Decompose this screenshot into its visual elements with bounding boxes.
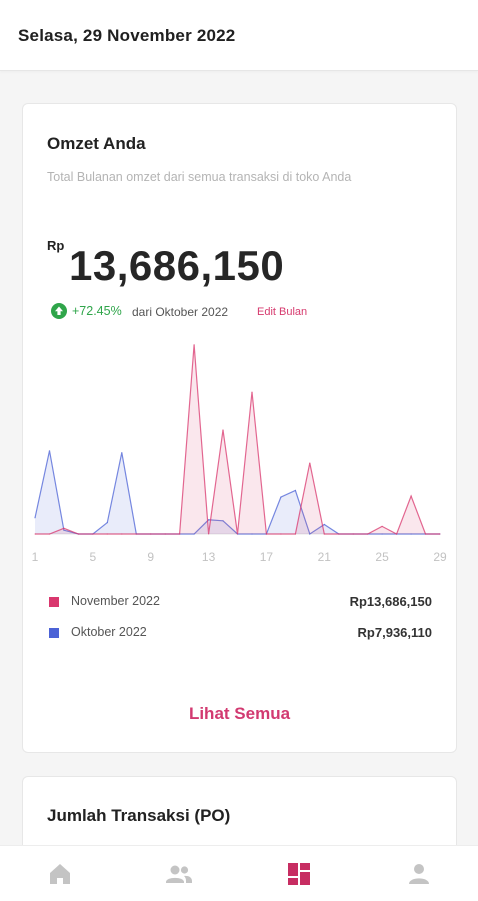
series-oktober <box>34 450 441 535</box>
data-point-november <box>439 533 441 535</box>
nav-profile[interactable] <box>405 860 433 888</box>
data-point-november <box>106 533 108 535</box>
data-point-november <box>222 429 224 431</box>
data-point-november <box>381 525 383 527</box>
data-point-november <box>208 533 210 535</box>
data-point-november <box>410 495 412 497</box>
data-point-november <box>179 533 181 535</box>
data-point-november <box>367 533 369 535</box>
arrow-up-circle-icon <box>51 303 67 319</box>
data-point-november <box>265 533 267 535</box>
data-point-november <box>135 533 137 535</box>
x-tick-label: 9 <box>147 550 154 564</box>
currency-label: Rp <box>47 238 65 253</box>
omzet-total: 13,686,150 <box>69 242 285 289</box>
data-point-oktober <box>280 496 282 498</box>
see-all-button[interactable]: Lihat Semua <box>23 704 456 724</box>
legend-label: November 2022 <box>71 594 160 608</box>
users-icon <box>166 865 192 883</box>
omzet-title: Omzet Anda <box>47 134 146 153</box>
home-icon <box>50 864 70 884</box>
data-point-november <box>63 527 65 529</box>
data-point-oktober <box>48 450 51 452</box>
edit-month-link[interactable]: Edit Bulan <box>257 306 307 318</box>
series-line-oktober <box>34 450 440 535</box>
dashboard-icon <box>288 863 310 885</box>
data-point-oktober <box>121 452 123 454</box>
series-area-oktober <box>35 450 440 534</box>
data-point-november <box>34 533 36 535</box>
data-point-oktober <box>34 517 36 519</box>
x-tick-label: 5 <box>90 550 97 564</box>
bottom-navigation <box>0 845 478 901</box>
x-tick-label: 25 <box>375 550 389 564</box>
data-point-november <box>352 533 354 535</box>
data-point-november <box>77 533 79 535</box>
data-point-november <box>236 533 239 535</box>
data-point-november <box>92 533 94 535</box>
omzet-subtitle: Total Bulanan omzet dari semua transaksi… <box>47 170 352 184</box>
data-point-november <box>251 391 253 393</box>
legend-value: Rp7,936,110 <box>357 625 432 640</box>
profile-icon <box>409 864 429 884</box>
legend-label: Oktober 2022 <box>71 625 147 639</box>
data-point-november <box>121 533 123 535</box>
x-tick-label: 13 <box>202 550 216 564</box>
data-point-oktober <box>323 523 325 526</box>
app-header: Selasa, 29 November 2022 <box>0 0 478 71</box>
data-point-november <box>338 533 340 535</box>
nav-dashboard[interactable] <box>285 860 313 888</box>
x-tick-label: 21 <box>318 550 332 564</box>
growth-comparison: dari Oktober 2022 <box>132 305 229 319</box>
transaksi-title: Jumlah Transaksi (PO) <box>47 806 231 825</box>
current-date: Selasa, 29 November 2022 <box>18 26 236 45</box>
data-point-november <box>280 533 282 535</box>
nav-users[interactable] <box>164 860 192 888</box>
data-point-november <box>323 533 325 535</box>
series-november <box>34 344 441 535</box>
omzet-chart: 1 5 9 13 17 21 25 29 <box>23 332 456 567</box>
growth-percentage: +72.45% <box>72 304 122 318</box>
x-tick-label: 1 <box>32 550 39 564</box>
data-point-november <box>150 533 152 535</box>
legend-swatch-oktober <box>49 628 59 638</box>
data-point-november <box>294 533 296 535</box>
series-area-november <box>35 344 440 534</box>
x-tick-label: 29 <box>433 550 447 564</box>
omzet-card: Omzet Anda Total Bulanan omzet dari semu… <box>22 103 457 753</box>
legend-value: Rp13,686,150 <box>349 594 432 609</box>
legend-swatch-november <box>49 597 59 607</box>
data-point-november <box>164 533 166 535</box>
series-line-november <box>35 344 440 535</box>
legend-item-november: November 2022 Rp13,686,150 <box>49 594 432 612</box>
data-point-november <box>309 462 311 464</box>
data-point-november <box>48 533 51 535</box>
x-tick-label: 17 <box>260 550 274 564</box>
data-point-november <box>396 533 398 535</box>
data-point-november <box>424 533 427 535</box>
data-point-oktober <box>294 489 296 492</box>
data-point-november <box>193 344 195 346</box>
omzet-chart-svg: 1 5 9 13 17 21 25 29 <box>32 344 447 564</box>
data-point-oktober <box>208 519 210 521</box>
legend-item-oktober: Oktober 2022 Rp7,936,110 <box>49 625 432 643</box>
nav-home[interactable] <box>46 860 74 888</box>
data-point-oktober <box>106 522 108 524</box>
